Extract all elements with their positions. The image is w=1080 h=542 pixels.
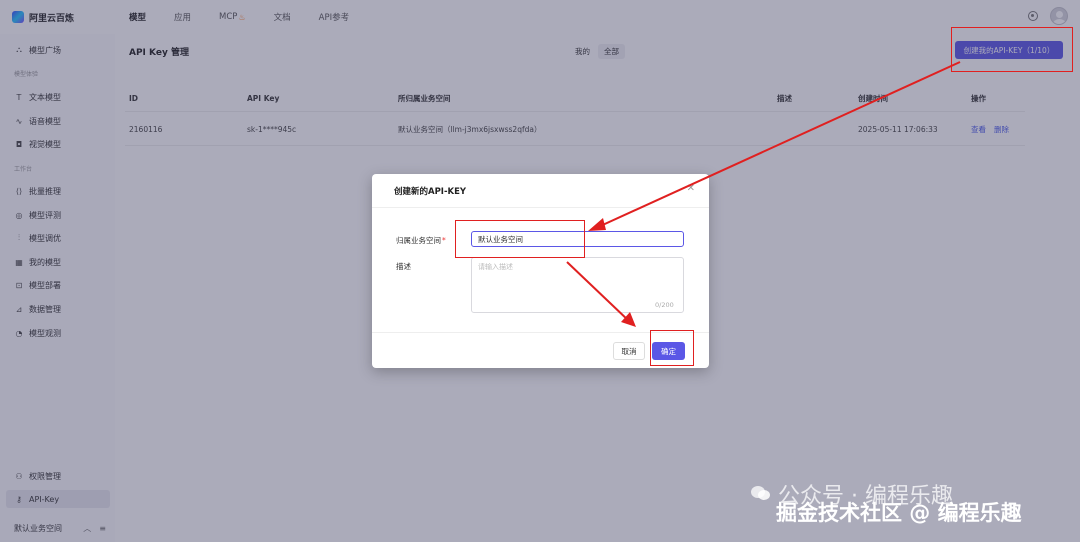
cancel-button[interactable]: 取消	[613, 342, 645, 360]
workspace-label: 归属业务空间*	[396, 235, 446, 246]
annotation-box-workspace	[455, 220, 585, 258]
workspace-label-text: 归属业务空间	[396, 236, 441, 245]
close-icon[interactable]: ✕	[687, 183, 695, 194]
desc-label: 描述	[396, 262, 411, 271]
annotation-box-create	[951, 27, 1073, 72]
watermark-line2: 掘金技术社区 @ 编程乐趣	[776, 501, 1022, 525]
desc-field[interactable]	[471, 257, 684, 313]
required-mark: *	[442, 236, 446, 245]
dialog-title: 创建新的API-KEY	[394, 187, 467, 197]
char-counter: 0/200	[655, 301, 674, 309]
wechat-icon	[751, 486, 770, 500]
annotation-box-confirm	[650, 330, 694, 366]
divider	[372, 207, 709, 208]
